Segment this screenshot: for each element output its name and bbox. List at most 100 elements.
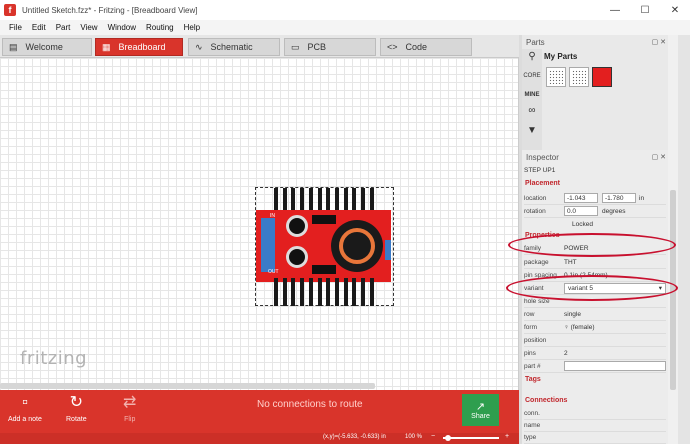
bin-part-2[interactable] bbox=[569, 67, 589, 87]
pins-label: pins bbox=[524, 349, 536, 357]
panel-float-close-icon[interactable]: ▢ ✕ bbox=[652, 38, 666, 46]
parts-panel: Parts ▢ ✕ ⚲ CORE MINE ∞ ▼ My Parts bbox=[522, 35, 668, 150]
inductor-coil bbox=[331, 220, 383, 272]
pcb-board: IN OUT bbox=[256, 210, 391, 282]
window-title: Untitled Sketch.fzz* - Fritzing - [Bread… bbox=[22, 5, 198, 15]
rotate-icon: ↻ bbox=[69, 394, 84, 411]
share-button[interactable]: ↗ Share bbox=[462, 394, 499, 426]
zoom-level: 100 % bbox=[405, 434, 423, 440]
add-note-button[interactable]: ▫ Add a note bbox=[8, 394, 42, 423]
window-controls: — ☐ ✕ bbox=[600, 0, 690, 20]
horizontal-scrollbar[interactable] bbox=[0, 383, 375, 389]
row-value: single bbox=[564, 310, 581, 318]
menu-window[interactable]: Window bbox=[103, 23, 141, 32]
heatsink-top bbox=[274, 188, 374, 210]
heatsink-bottom bbox=[274, 278, 374, 306]
part-number-input[interactable] bbox=[564, 361, 666, 371]
breadboard-canvas[interactable]: IN OUT fritzing bbox=[0, 58, 519, 390]
view-tabs: ▤ Welcome ▦ Breadboard ∿ Schematic ▭ PCB… bbox=[0, 35, 519, 58]
pin-label-out: OUT bbox=[268, 269, 279, 275]
parts-panel-title: Parts bbox=[526, 38, 545, 47]
rotation-row: rotation 0.0 degrees bbox=[524, 205, 666, 218]
flip-icon: ⇄ bbox=[123, 394, 137, 411]
rotation-input[interactable]: 0.0 bbox=[564, 206, 598, 216]
form-label: form bbox=[524, 323, 537, 331]
tab-schematic[interactable]: ∿ Schematic bbox=[188, 38, 280, 56]
output-terminal bbox=[385, 240, 391, 260]
location-x-input[interactable]: -1.043 bbox=[564, 193, 598, 203]
inspector-float-close-icon[interactable]: ▢ ✕ bbox=[652, 153, 666, 161]
capacitor-2 bbox=[286, 246, 308, 268]
chip-top bbox=[312, 215, 336, 224]
status-bar: (x,y)=(-5.633, -0.633) in 100 % − + bbox=[0, 433, 519, 444]
location-unit: in bbox=[639, 194, 645, 202]
menu-view[interactable]: View bbox=[75, 23, 102, 32]
share-icon: ↗ bbox=[475, 401, 486, 413]
tab-pcb[interactable]: ▭ PCB bbox=[284, 38, 376, 56]
package-row: package THT bbox=[524, 256, 666, 269]
rotate-label: Rotate bbox=[66, 416, 87, 423]
position-label: position bbox=[524, 336, 547, 344]
pin-label-in: IN bbox=[270, 213, 275, 219]
minimize-icon[interactable]: — bbox=[600, 0, 630, 20]
tab-breadboard[interactable]: ▦ Breadboard bbox=[95, 38, 183, 56]
menu-routing[interactable]: Routing bbox=[141, 23, 179, 32]
bin-items bbox=[546, 67, 612, 87]
core-bin-tab[interactable]: CORE bbox=[522, 73, 542, 79]
name-label: name bbox=[524, 421, 541, 429]
parts-bin-sidebar: ⚲ CORE MINE ∞ ▼ bbox=[522, 49, 542, 150]
share-label: Share bbox=[471, 413, 490, 420]
part-number-row: part # bbox=[524, 360, 666, 373]
arduino-icon[interactable]: ∞ bbox=[524, 105, 540, 116]
tab-label: PCB bbox=[307, 42, 327, 52]
close-icon[interactable]: ✕ bbox=[660, 0, 690, 20]
zoom-slider-thumb[interactable] bbox=[445, 435, 451, 441]
part-number-label: part # bbox=[524, 362, 541, 370]
location-row: location -1.043 -1.780 in bbox=[524, 192, 666, 205]
chevron-icon[interactable]: ▼ bbox=[524, 125, 540, 136]
menu-bar: File Edit Part View Window Routing Help bbox=[0, 20, 690, 35]
input-terminal bbox=[261, 218, 275, 272]
fritzing-logo: fritzing bbox=[20, 348, 88, 369]
menu-file[interactable]: File bbox=[4, 23, 27, 32]
placement-header: Placement bbox=[525, 180, 561, 187]
menu-part[interactable]: Part bbox=[51, 23, 76, 32]
rotation-unit: degrees bbox=[602, 207, 626, 215]
schematic-icon: ∿ bbox=[195, 41, 203, 52]
bin-part-stepup[interactable] bbox=[592, 67, 612, 87]
zoom-out-icon[interactable]: − bbox=[431, 433, 435, 440]
chip-bottom bbox=[312, 265, 336, 274]
annotation-oval-variant bbox=[506, 275, 678, 301]
inspector-part-title: STEP UP1 bbox=[524, 167, 556, 174]
pcb-icon: ▭ bbox=[291, 41, 300, 52]
tab-label: Breadboard bbox=[118, 42, 166, 52]
add-note-label: Add a note bbox=[8, 416, 42, 423]
search-icon[interactable]: ⚲ bbox=[524, 51, 540, 62]
tab-welcome[interactable]: ▤ Welcome bbox=[2, 38, 92, 56]
maximize-icon[interactable]: ☐ bbox=[630, 0, 660, 20]
mine-bin-tab[interactable]: MINE bbox=[522, 92, 542, 98]
tags-header: Tags bbox=[525, 376, 541, 383]
form-row: form ♀ (female) bbox=[524, 321, 666, 334]
bin-title: My Parts bbox=[544, 52, 578, 61]
location-y-input[interactable]: -1.780 bbox=[602, 193, 636, 203]
code-icon: <> bbox=[387, 42, 398, 52]
tab-label: Code bbox=[405, 42, 428, 52]
tab-label: Welcome bbox=[25, 42, 63, 52]
locked-checkbox-label[interactable]: Locked bbox=[572, 221, 593, 228]
flip-button[interactable]: ⇄ Flip bbox=[123, 394, 136, 423]
pins-value: 2 bbox=[564, 349, 568, 357]
bin-part-1[interactable] bbox=[546, 67, 566, 87]
step-up-module-part[interactable]: IN OUT bbox=[255, 187, 394, 306]
rotate-button[interactable]: ↻ Rotate bbox=[66, 394, 87, 423]
tab-code[interactable]: <> Code bbox=[380, 38, 472, 56]
position-row: position bbox=[524, 334, 666, 347]
cursor-coordinates: (x,y)=(-5.633, -0.633) in bbox=[323, 434, 386, 440]
menu-edit[interactable]: Edit bbox=[27, 23, 51, 32]
row-label: row bbox=[524, 310, 535, 318]
type-label: type bbox=[524, 433, 537, 441]
locked-row: Locked bbox=[524, 218, 666, 231]
zoom-slider[interactable] bbox=[443, 437, 499, 439]
zoom-in-icon[interactable]: + bbox=[505, 433, 509, 440]
menu-help[interactable]: Help bbox=[179, 23, 205, 32]
